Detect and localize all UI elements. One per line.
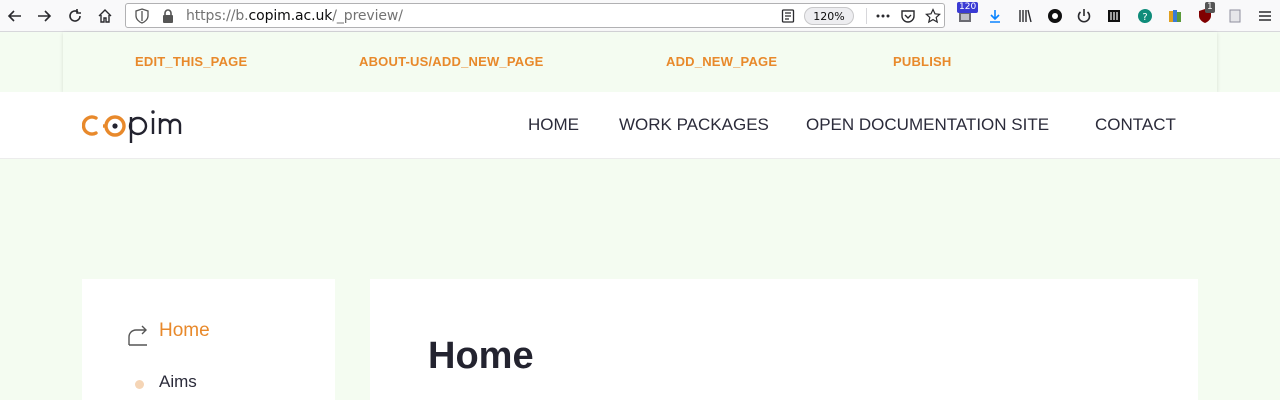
zoom-indicator[interactable]: 120% [804,7,854,25]
sidebar-item-aims[interactable]: Aims [159,372,197,392]
url-prefix: https://b. [186,8,249,24]
sidebar-item-home[interactable]: Home [159,320,210,342]
bullet-dot [135,380,144,389]
admin-bar: EDIT_THIS_PAGE ABOUT-US/ADD_NEW_PAGE ADD… [63,32,1217,92]
url-bar[interactable]: https://b.copim.ac.uk/_preview/ 120% [125,3,945,28]
power-icon[interactable] [1072,4,1096,28]
archive-icon[interactable] [1102,4,1126,28]
more-actions-icon[interactable] [871,4,895,28]
main-content-card: Home [370,279,1198,400]
publish-link[interactable]: PUBLISH [893,54,951,69]
lock-icon[interactable] [156,4,180,28]
home-icon[interactable] [93,4,117,28]
extension-badge: 120 [957,2,979,13]
forward-icon[interactable] [32,4,56,28]
help-icon[interactable]: ? [1133,4,1157,28]
library-icon[interactable] [1013,4,1037,28]
back-icon[interactable] [3,4,27,28]
edit-this-page-link[interactable]: EDIT_THIS_PAGE [135,54,247,69]
url-path: /_preview/ [332,8,403,24]
about-us-add-new-page-link[interactable]: ABOUT-US/ADD_NEW_PAGE [359,54,544,69]
reload-icon[interactable] [63,4,87,28]
reader-view-icon[interactable] [776,4,800,28]
sidebar: Home Aims [82,279,335,400]
add-new-page-link[interactable]: ADD_NEW_PAGE [666,54,777,69]
nav-work-packages[interactable]: WORK PACKAGES [619,115,769,135]
page-icon[interactable] [1223,4,1247,28]
nav-contact[interactable]: CONTACT [1095,115,1176,135]
ublock-badge: 1 [1205,2,1215,13]
nav-open-documentation-site[interactable]: OPEN DOCUMENTATION SITE [806,115,1049,135]
copim-logo[interactable] [82,106,202,146]
shield-icon[interactable] [130,4,154,28]
bookmark-star-icon[interactable] [921,4,945,28]
nav-home[interactable]: HOME [528,115,579,135]
browser-toolbar: https://b.copim.ac.uk/_preview/ 120% 120… [0,0,1280,32]
return-arrow-icon [128,325,147,346]
site-header: HOME WORK PACKAGES OPEN DOCUMENTATION SI… [0,92,1280,159]
download-icon[interactable] [983,4,1007,28]
menu-icon[interactable] [1253,4,1277,28]
extension-dark-icon[interactable] [1043,4,1067,28]
url-text[interactable]: https://b.copim.ac.uk/_preview/ [186,8,403,24]
pocket-icon[interactable] [896,4,920,28]
url-host: copim.ac.uk [248,8,333,24]
url-separator [866,8,867,24]
page-title: Home [428,335,534,377]
svg-text:?: ? [1142,12,1147,23]
books-icon[interactable] [1163,4,1187,28]
